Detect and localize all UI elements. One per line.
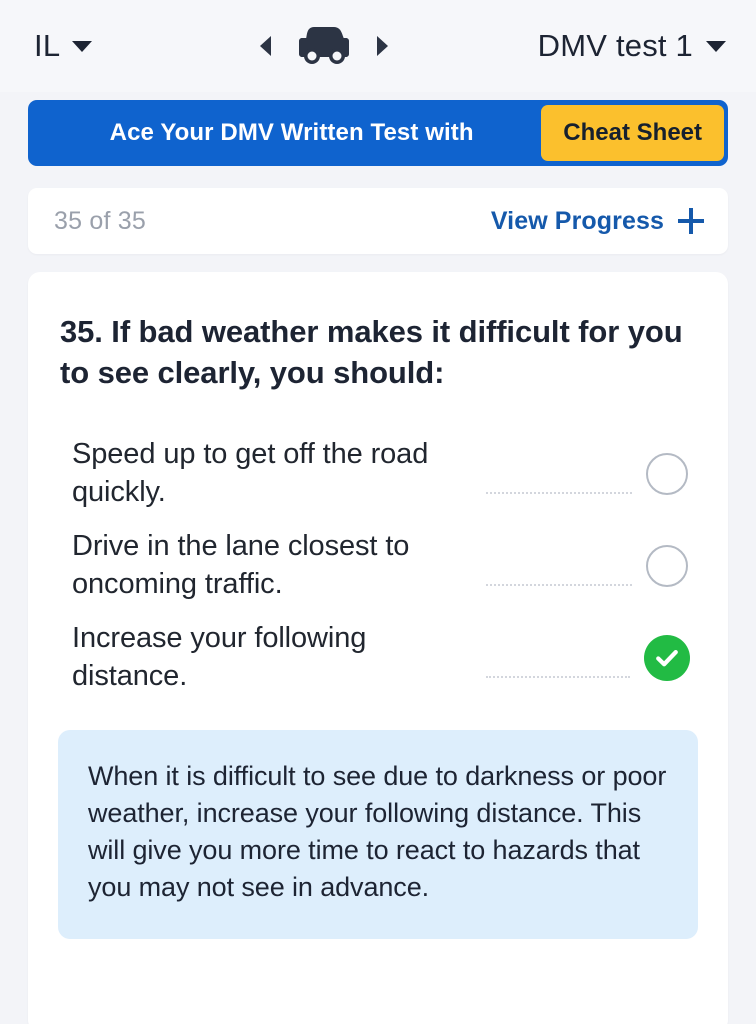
answer-option-label: Speed up to get off the road quickly. bbox=[72, 437, 429, 508]
progress-card: 35 of 35 View Progress bbox=[28, 188, 728, 254]
cheat-sheet-button[interactable]: Cheat Sheet bbox=[541, 105, 724, 161]
next-test-arrow-icon[interactable] bbox=[377, 36, 389, 56]
radio-empty-icon[interactable] bbox=[646, 544, 688, 587]
answer-option-label: Drive in the lane closest to oncoming tr… bbox=[72, 529, 410, 600]
promo-banner[interactable]: Ace Your DMV Written Test with Cheat She… bbox=[28, 100, 728, 166]
leader-dots bbox=[486, 491, 632, 494]
answer-option-1[interactable]: Speed up to get off the road quickly. bbox=[72, 428, 698, 520]
car-icon bbox=[293, 24, 355, 69]
test-label: DMV test 1 bbox=[537, 28, 693, 63]
explanation-text: When it is difficult to see due to darkn… bbox=[88, 760, 667, 903]
view-progress-label: View Progress bbox=[490, 206, 664, 235]
state-label: IL bbox=[34, 28, 61, 63]
view-progress-button[interactable]: View Progress bbox=[491, 207, 704, 236]
dmv-practice-test-screen: IL DMV test 1 Ace Your DMV Written Test … bbox=[0, 0, 756, 1024]
state-selector[interactable]: IL bbox=[34, 28, 93, 64]
plus-icon bbox=[678, 208, 704, 234]
answer-option-3[interactable]: Increase your following distance. bbox=[72, 612, 698, 704]
answer-option-2[interactable]: Drive in the lane closest to oncoming tr… bbox=[72, 520, 698, 612]
previous-test-arrow-icon[interactable] bbox=[260, 36, 272, 56]
leader-dots bbox=[486, 675, 630, 678]
radio-empty-icon[interactable] bbox=[646, 452, 688, 495]
chevron-down-icon bbox=[72, 40, 93, 52]
answer-option-label: Increase your following distance. bbox=[72, 621, 367, 692]
answer-options-list: Speed up to get off the road quickly. Dr… bbox=[58, 428, 698, 704]
test-navigator bbox=[260, 24, 389, 69]
question-title: 35. If bad weather makes it difficult fo… bbox=[60, 314, 683, 390]
explanation-box: When it is difficult to see due to darkn… bbox=[58, 729, 698, 939]
top-bar: IL DMV test 1 bbox=[0, 0, 756, 92]
question-card: 35. If bad weather makes it difficult fo… bbox=[28, 272, 728, 1024]
question-count-label: 35 of 35 bbox=[54, 206, 146, 235]
promo-banner-text: Ace Your DMV Written Test with bbox=[109, 119, 474, 146]
test-selector[interactable]: DMV test 1 bbox=[538, 28, 726, 64]
leader-dots bbox=[486, 583, 632, 586]
chevron-down-icon bbox=[705, 40, 726, 52]
check-circle-icon[interactable] bbox=[644, 634, 690, 681]
